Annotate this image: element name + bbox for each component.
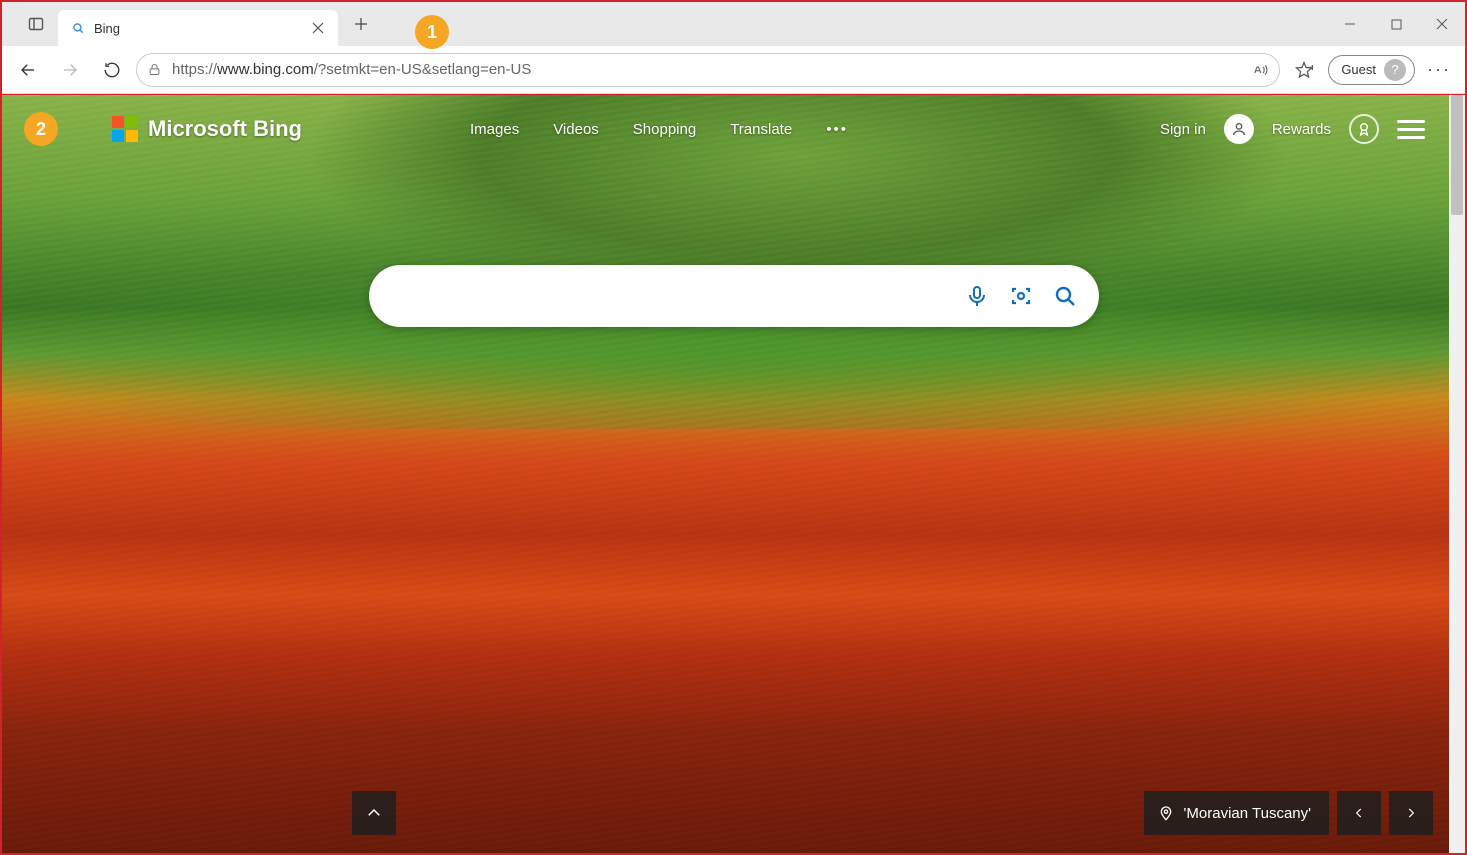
url-scheme: https:// [172,61,217,78]
next-wallpaper-button[interactable] [1389,791,1433,835]
refresh-button[interactable] [94,52,130,88]
bing-logo[interactable]: Microsoft Bing [112,116,302,142]
url-host: www.bing.com [217,61,314,78]
lock-icon [147,62,162,77]
tab-close-button[interactable] [306,16,330,40]
location-pin-icon [1158,805,1174,821]
read-aloud-icon[interactable] [1251,61,1269,79]
nav-more[interactable]: ••• [826,121,848,138]
scrollbar[interactable] [1449,95,1465,853]
voice-search-icon[interactable] [965,284,989,308]
annotation-1: 1 [415,15,449,49]
nav-videos[interactable]: Videos [553,121,599,138]
minimize-button[interactable] [1327,2,1373,46]
bing-brand-text: Microsoft Bing [148,116,302,142]
bing-header: Microsoft Bing Images Videos Shopping Tr… [112,105,1425,153]
tab-panel-button[interactable] [14,2,58,46]
search-input[interactable] [391,265,965,327]
new-tab-button[interactable] [344,7,378,41]
expand-up-button[interactable] [352,791,396,835]
nav-shopping[interactable]: Shopping [633,121,696,138]
guest-avatar-icon: ? [1384,59,1406,81]
prev-wallpaper-button[interactable] [1337,791,1381,835]
toolbar: https://www.bing.com/?setmkt=en-US&setla… [2,46,1465,94]
url-path: /?setmkt=en-US&setlang=en-US [314,61,532,78]
rewards-badge-icon[interactable] [1349,114,1379,144]
user-avatar-icon[interactable] [1224,114,1254,144]
signin-link[interactable]: Sign in [1160,121,1206,138]
wallpaper-location-text: 'Moravian Tuscany' [1184,805,1311,822]
profile-pill[interactable]: Guest ? [1328,55,1415,85]
maximize-button[interactable] [1373,2,1419,46]
forward-button[interactable] [52,52,88,88]
search-submit-icon[interactable] [1053,284,1077,308]
image-search-icon[interactable] [1009,284,1033,308]
url-text: https://www.bing.com/?setmkt=en-US&setla… [172,61,1241,78]
titlebar: Bing [2,2,1465,46]
wallpaper-location[interactable]: 'Moravian Tuscany' [1144,791,1329,835]
close-window-button[interactable] [1419,2,1465,46]
scrollbar-thumb[interactable] [1451,95,1463,215]
tab-title: Bing [94,21,298,36]
favorites-button[interactable] [1286,52,1322,88]
bing-nav: Images Videos Shopping Translate ••• [470,121,848,138]
nav-translate[interactable]: Translate [730,121,792,138]
hamburger-menu-icon[interactable] [1397,120,1425,139]
wallpaper-info-bar: 'Moravian Tuscany' [2,791,1433,835]
address-bar[interactable]: https://www.bing.com/?setmkt=en-US&setla… [136,53,1280,87]
settings-menu-button[interactable]: ··· [1421,52,1457,88]
window-controls [1327,2,1465,46]
browser-tab[interactable]: Bing [58,10,338,46]
page-content: Microsoft Bing Images Videos Shopping Tr… [2,94,1465,853]
back-button[interactable] [10,52,46,88]
annotation-2: 2 [24,112,58,146]
wallpaper [2,95,1449,853]
microsoft-logo-icon [112,116,138,142]
profile-label: Guest [1341,62,1376,77]
search-box[interactable] [369,265,1099,327]
bing-favicon-icon [70,20,86,36]
rewards-link[interactable]: Rewards [1272,121,1331,138]
nav-images[interactable]: Images [470,121,519,138]
